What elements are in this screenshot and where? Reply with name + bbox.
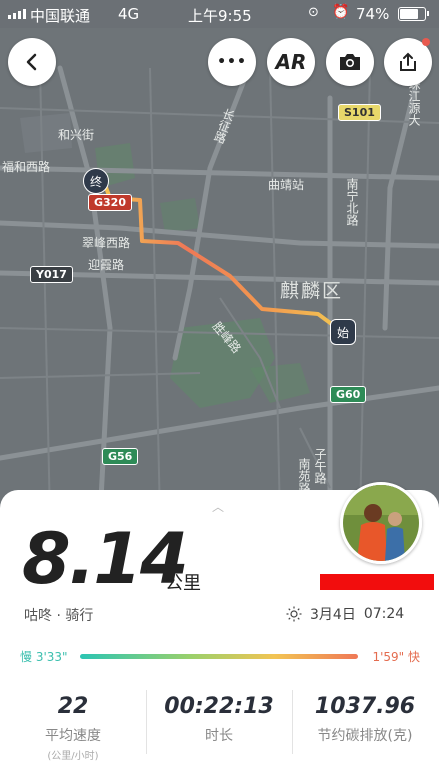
stat-unit: (公里/小时) — [47, 751, 99, 762]
share-icon — [400, 52, 416, 71]
activity-date: 3月4日 — [310, 607, 356, 623]
clock: 上午9:55 — [188, 7, 252, 25]
sun-icon — [286, 606, 302, 622]
road-badge-y017: Y017 — [30, 266, 73, 283]
map-label: 子午路 — [313, 448, 327, 484]
stat-label: 时长 — [205, 728, 233, 744]
stats-row: 22 平均速度 (公里/小时) 00:22:13 时长 1037.96 节约碳排… — [0, 682, 439, 772]
ar-label: AR — [275, 50, 307, 74]
battery-icon — [398, 7, 429, 21]
ar-button[interactable]: AR — [267, 38, 315, 86]
start-marker: 始 — [330, 319, 356, 345]
map-label: 迎霞路 — [88, 258, 125, 272]
status-bar: 中国联通 4G 上午9:55 ⊙ ⏰ 74% — [0, 0, 439, 28]
stat-carbon: 1037.96 节约碳排放(克) — [292, 682, 438, 745]
avatar[interactable] — [340, 482, 422, 564]
date-time: 3月4日 07:24 — [286, 604, 404, 624]
rotation-lock-icon: ⊙ — [308, 5, 319, 20]
alarm-icon: ⏰ — [332, 4, 350, 20]
district-label: 麒麟区 — [280, 280, 344, 302]
battery-percent: 74% — [356, 5, 390, 23]
end-marker: 终 — [83, 168, 109, 194]
pace-gradient-bar — [80, 654, 358, 659]
stat-duration: 00:22:13 时长 — [146, 682, 292, 745]
stat-value: 1037.96 — [314, 694, 416, 719]
distance-value: 8.14 — [22, 518, 189, 600]
activity-time: 07:24 — [363, 606, 405, 622]
route-line — [103, 184, 339, 330]
map-label: 和兴街 — [58, 128, 95, 142]
route-map[interactable]: 和兴街 福和西路 翠峰西路 迎霞路 长征路 曲靖站 南宁北路 珠江源大 麒麟区 … — [0, 28, 439, 518]
activity-label: 咕咚 · 骑行 — [24, 608, 94, 624]
camera-icon — [340, 54, 360, 70]
stat-avg-speed: 22 平均速度 (公里/小时) — [0, 682, 146, 762]
stat-label: 节约碳排放(克) — [317, 728, 413, 744]
road-badge-g56: G56 — [102, 448, 139, 465]
summary-sheet[interactable]: ︿ 8.14 公里 咕咚 · 骑行 3月4日 07:24 慢 3'33" 1'5… — [0, 482, 439, 780]
stat-label: 平均速度 — [45, 728, 101, 744]
chevron-left-icon — [26, 53, 37, 71]
back-button[interactable] — [8, 38, 56, 86]
notification-dot — [422, 38, 430, 46]
signal-icon — [8, 9, 26, 19]
network-type: 4G — [118, 5, 140, 23]
road-badge-g320: G320 — [88, 194, 132, 211]
distance-unit: 公里 — [165, 573, 201, 594]
map-label: 曲靖站 — [268, 178, 305, 192]
more-icon: ••• — [217, 54, 247, 70]
camera-button[interactable] — [326, 38, 374, 86]
road-badge-s101: S101 — [338, 104, 381, 121]
expand-handle-icon[interactable]: ︿ — [212, 498, 224, 515]
map-label: 福和西路 — [2, 160, 51, 174]
avatar-photo — [343, 485, 419, 561]
pace-legend: 慢 3'33" 1'59" 快 — [20, 648, 420, 666]
map-label: 南宁北路 — [345, 178, 359, 226]
road-badge-g60: G60 — [330, 386, 367, 403]
share-button[interactable] — [384, 38, 432, 86]
stat-value: 00:22:13 — [164, 694, 274, 719]
carrier-name: 中国联通 — [30, 7, 91, 25]
stat-value: 22 — [57, 694, 89, 719]
map-label: 翠峰西路 — [82, 236, 131, 250]
map-label: 南苑路 — [297, 458, 311, 494]
username-redacted — [320, 574, 434, 590]
pace-fast-label: 1'59" 快 — [372, 650, 420, 664]
more-button[interactable]: ••• — [208, 38, 256, 86]
pace-slow-label: 慢 3'33" — [20, 650, 68, 664]
